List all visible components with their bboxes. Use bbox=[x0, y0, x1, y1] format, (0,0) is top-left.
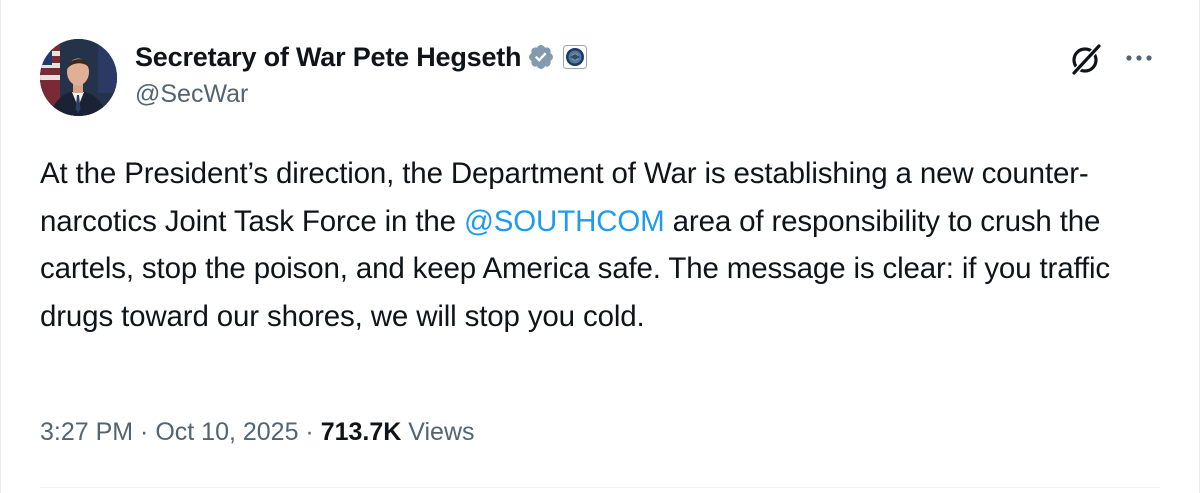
tweet-time[interactable]: 3:27 PM bbox=[40, 418, 133, 446]
more-dots-icon[interactable] bbox=[1121, 48, 1157, 68]
department-seal-icon[interactable] bbox=[563, 45, 588, 69]
divider bbox=[40, 487, 1160, 488]
tweet-card: Secretary of War Pete Hegseth @SecWar At… bbox=[0, 0, 1200, 493]
mention-link[interactable]: @SOUTHCOM bbox=[464, 205, 665, 238]
tweet-text: At the President’s direction, the Depart… bbox=[40, 150, 1165, 340]
meta-separator: · bbox=[298, 418, 321, 446]
avatar-photo bbox=[40, 39, 117, 116]
grok-icon[interactable] bbox=[1069, 42, 1103, 76]
tweet-meta: 3:27 PM · Oct 10, 2025 · 713.7K Views bbox=[40, 418, 475, 447]
name-row: Secretary of War Pete Hegseth bbox=[135, 40, 588, 74]
meta-separator: · bbox=[133, 418, 156, 446]
author-block: Secretary of War Pete Hegseth @SecWar bbox=[135, 40, 588, 109]
handle[interactable]: @SecWar bbox=[135, 80, 587, 109]
views-count: 713.7K bbox=[320, 418, 402, 446]
avatar[interactable] bbox=[40, 39, 117, 116]
views-label: Views bbox=[401, 418, 475, 446]
verified-badge-icon[interactable] bbox=[527, 43, 555, 71]
display-name[interactable]: Secretary of War Pete Hegseth bbox=[135, 42, 522, 73]
tweet-date[interactable]: Oct 10, 2025 bbox=[155, 418, 298, 446]
